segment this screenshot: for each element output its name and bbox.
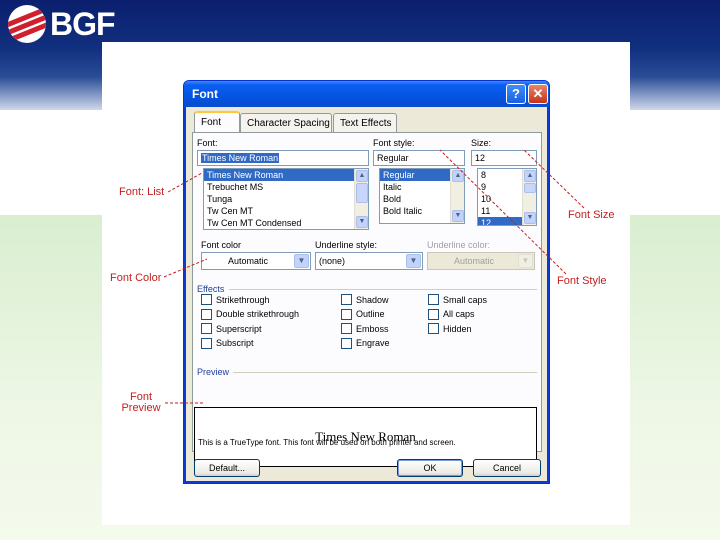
callout-line-font-color	[163, 258, 208, 278]
callout-line-font-list	[167, 172, 203, 193]
callout-line-font-style	[439, 149, 567, 275]
callout-lines	[163, 149, 585, 404]
callout-line-font-size	[523, 149, 585, 209]
